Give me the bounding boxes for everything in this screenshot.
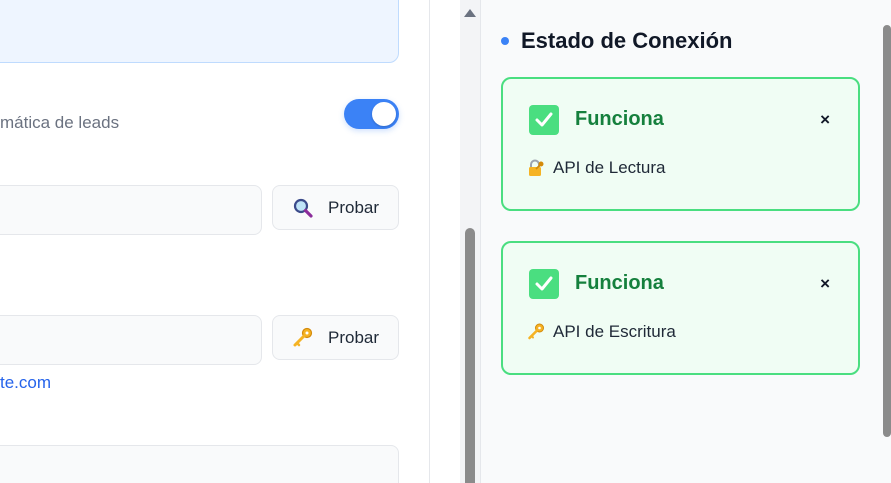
lock-key-icon	[527, 159, 545, 177]
api-label-row: API de Escritura	[527, 322, 676, 342]
test-button-label: Probar	[327, 197, 380, 217]
auto-leads-toggle[interactable]	[344, 99, 399, 129]
write-api-input[interactable]	[0, 315, 262, 365]
api-label: API de Escritura	[553, 322, 676, 341]
help-link[interactable]: te.com	[0, 373, 51, 393]
info-box	[0, 0, 399, 63]
status-text: Funciona	[575, 108, 664, 130]
close-icon[interactable]: ×	[820, 275, 830, 292]
scrollbar-thumb[interactable]	[465, 228, 475, 483]
api-label: API de Lectura	[553, 158, 666, 177]
test-button-label: Probar	[327, 327, 380, 347]
read-api-input[interactable]	[0, 185, 262, 235]
left-panel-scrollbar[interactable]	[460, 0, 480, 483]
scrollbar-thumb[interactable]	[883, 25, 891, 437]
app-root: mática de leads Probar Probar te.com Est…	[0, 0, 891, 483]
connection-status-panel: Estado de Conexión Funciona × API de Lec…	[480, 0, 891, 483]
key-icon	[292, 327, 314, 349]
status-card-read-api: Funciona × API de Lectura	[501, 77, 860, 211]
status-text: Funciona	[575, 272, 664, 294]
api-label-row: API de Lectura	[527, 158, 665, 178]
magnifier-icon	[292, 197, 314, 219]
toggle-knob	[372, 102, 396, 126]
toggle-label: mática de leads	[0, 113, 120, 132]
section-title: Estado de Conexión	[521, 28, 733, 53]
bottom-input[interactable]	[0, 445, 399, 483]
check-mark-icon	[529, 269, 559, 299]
status-card-write-api: Funciona × API de Escritura	[501, 241, 860, 375]
scroll-up-arrow-icon[interactable]	[464, 9, 476, 17]
right-panel-scrollbar[interactable]	[881, 0, 891, 483]
close-icon[interactable]: ×	[820, 111, 830, 128]
check-mark-icon	[529, 105, 559, 135]
section-header: Estado de Conexión	[501, 28, 732, 54]
test-read-api-button[interactable]: Probar	[272, 185, 399, 230]
key-icon	[527, 323, 545, 341]
test-write-api-button[interactable]: Probar	[272, 315, 399, 360]
bullet-dot-icon	[501, 37, 509, 45]
settings-panel: mática de leads Probar Probar te.com	[0, 0, 430, 483]
